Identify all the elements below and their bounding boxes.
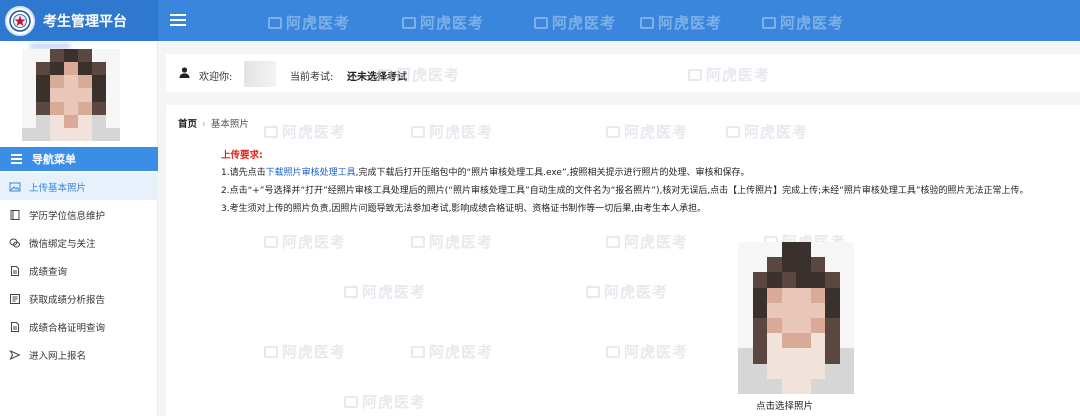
avatar (22, 49, 120, 141)
watermark-logo: 阿虎医考 (640, 12, 722, 33)
chevron-right-icon: › (202, 119, 206, 130)
sidebar-item-label: 成绩合格证明查询 (29, 322, 106, 334)
watermark-logo: 阿虎医考 (762, 12, 844, 33)
download-tool-link[interactable]: 下载照片审核处理工具 (266, 168, 356, 178)
breadcrumb-current: 基本照片 (210, 119, 249, 130)
watermark-logo: 阿虎医考 (726, 121, 808, 142)
watermark-logo: 阿虎医考 (688, 64, 770, 85)
watermark-logo: 阿虎医考 (606, 341, 688, 362)
emblem-logo (5, 5, 35, 36)
watermark-logo: 阿虎医考 (268, 12, 350, 33)
welcome-bar: 欢迎你: 当前考试: 还未选择考试 阿虎医考 阿虎医考 (166, 54, 1080, 92)
watermark-logo: 阿虎医考 (411, 121, 493, 142)
breadcrumb-home[interactable]: 首页 (178, 119, 197, 130)
watermark-logo: 阿虎医考 (264, 341, 346, 362)
brand-area: 考生管理平台 (0, 0, 158, 41)
send-icon (9, 349, 21, 360)
sidebar-item-wechat-bind[interactable]: 微信绑定与关注 (0, 229, 158, 256)
sidebar: 导航菜单 上传基本照片 学历学位信息维护 微信绑定与关注 成绩查询 获取成绩分析… (0, 41, 158, 416)
select-photo-label[interactable]: 点击选择照片 (756, 398, 813, 412)
watermark-logo: 阿虎医考 (402, 12, 484, 33)
requirement-text: 1.请先点击 (221, 168, 266, 178)
book-icon (10, 209, 20, 220)
main-content-panel: 阿虎医考 阿虎医考 阿虎医考 阿虎医考 阿虎医考 阿虎医考 阿虎医考 阿虎医考 … (166, 105, 1080, 416)
image-icon (9, 182, 21, 191)
sidebar-item-label: 获取成绩分析报告 (29, 294, 106, 306)
watermark-logo: 阿虎医考 (411, 231, 493, 252)
sidebar-item-certificate-query[interactable]: 成绩合格证明查询 (0, 313, 158, 340)
document-icon (11, 265, 19, 276)
watermark-logo: 阿虎医考 (586, 281, 668, 302)
sidebar-item-upload-photo[interactable]: 上传基本照片 (0, 173, 158, 200)
document-icon (11, 321, 19, 332)
requirement-line-2: 2.点击“+”号选择并“打开”经照片审核工具处理后的照片(“照片审核处理工具”自… (221, 186, 1029, 196)
sidebar-item-degree-info[interactable]: 学历学位信息维护 (0, 201, 158, 228)
requirement-line-1: 1.请先点击下载照片审核处理工具,完成下载后打开压缩包中的“照片审核处理工具.e… (221, 165, 750, 178)
current-exam-value: 还未选择考试 (347, 72, 407, 83)
hamburger-icon[interactable] (170, 12, 186, 28)
upload-requirements-title: 上传要求: (221, 150, 263, 161)
nav-menu-header: 导航菜单 (0, 147, 158, 171)
watermark-logo: 阿虎医考 (606, 231, 688, 252)
watermark-logo: 阿虎医考 (344, 281, 426, 302)
sidebar-item-label: 进入网上报名 (29, 350, 87, 362)
watermark-logo: 阿虎医考 (411, 341, 493, 362)
watermark-logo: 阿虎医考 (344, 391, 426, 412)
top-header-bar: 考生管理平台 阿虎医考 阿虎医考 阿虎医考 阿虎医考 阿虎医考 (0, 0, 1080, 41)
requirement-line-3: 3.考生须对上传的照片负责,因照片问题导致无法参加考试,影响成绩合格证明、资格证… (221, 204, 707, 214)
sidebar-item-label: 学历学位信息维护 (29, 210, 106, 222)
nav-menu-title: 导航菜单 (32, 153, 76, 166)
username-redacted (244, 61, 276, 87)
requirement-text: ,完成下载后打开压缩包中的“照片审核处理工具.exe”,按照相关提示进行照片的处… (355, 168, 750, 178)
sidebar-item-score-query[interactable]: 成绩查询 (0, 257, 158, 284)
link-icon (9, 238, 20, 247)
breadcrumb: 首页 › 基本照片 (178, 116, 249, 130)
sidebar-item-label: 成绩查询 (29, 266, 68, 278)
menu-icon (11, 152, 22, 166)
sidebar-item-online-registration[interactable]: 进入网上报名 (0, 341, 158, 368)
user-icon (179, 67, 190, 78)
watermark-logo: 阿虎医考 (264, 231, 346, 252)
photo-upload-area[interactable] (738, 242, 854, 394)
welcome-label: 欢迎你: (199, 72, 233, 83)
watermark-logo: 阿虎医考 (534, 12, 616, 33)
watermark-logo: 阿虎医考 (606, 121, 688, 142)
sidebar-item-label: 微信绑定与关注 (29, 238, 96, 250)
report-icon (10, 293, 20, 304)
current-exam-label: 当前考试: (290, 72, 334, 83)
sidebar-item-label: 上传基本照片 (29, 182, 87, 194)
sidebar-item-score-report[interactable]: 获取成绩分析报告 (0, 285, 158, 312)
app-title: 考生管理平台 (43, 13, 127, 30)
watermark-logo: 阿虎医考 (264, 121, 346, 142)
